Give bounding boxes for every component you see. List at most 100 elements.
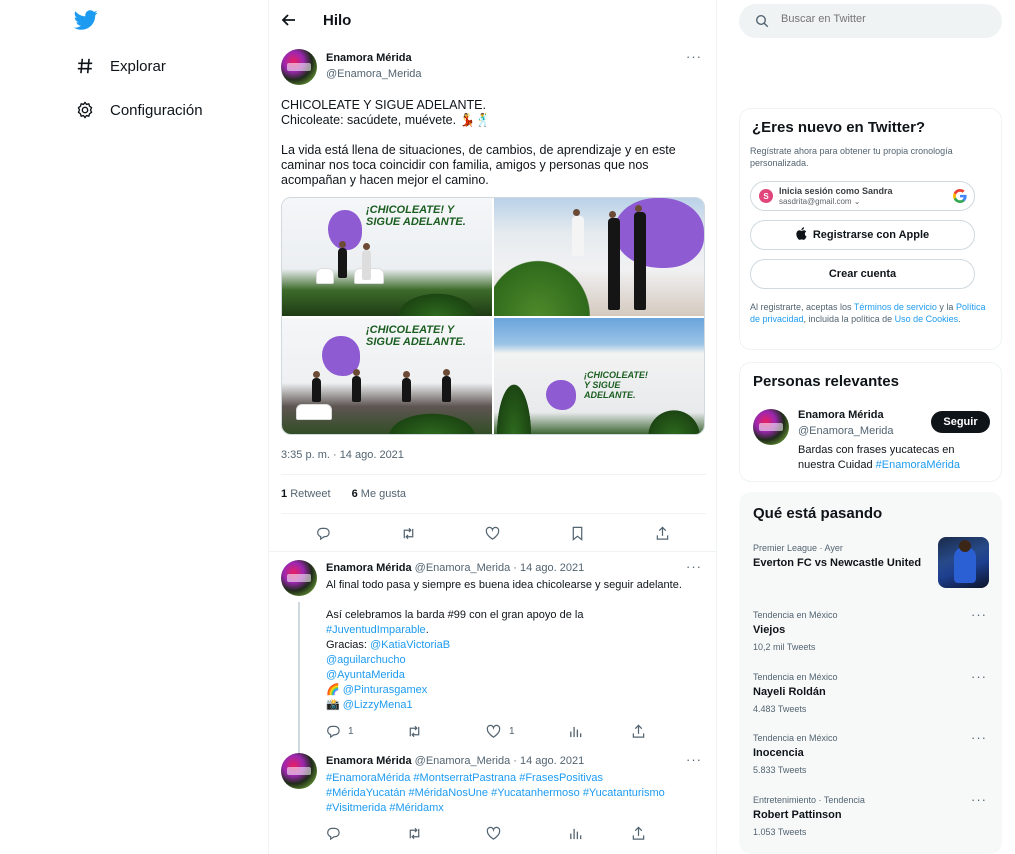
google-signin-label: Inicia sesión como Sandra: [779, 186, 893, 196]
trend-title: Everton FC vs Newcastle United: [753, 557, 922, 569]
mural-text: ¡CHICOLEATE! Y SIGUE ADELANTE.: [366, 204, 466, 228]
hashtag-links[interactable]: #MéridaYucatán #MéridaNosUne #Yucatanher…: [326, 786, 701, 801]
trend-count: 4.483 Tweets: [753, 704, 807, 714]
author-name[interactable]: Enamora Mérida: [326, 52, 412, 64]
like-count: 6: [351, 488, 358, 500]
more-options-icon[interactable]: ···: [971, 670, 987, 684]
tweet-photo[interactable]: ¡CHICOLEATE! Y SIGUE ADELANTE.: [282, 198, 492, 316]
author-handle-date[interactable]: @Enamora_Merida · 14 ago. 2021: [415, 755, 585, 767]
nav-item-explorar[interactable]: Explorar: [74, 51, 166, 81]
share-icon[interactable]: [630, 825, 646, 841]
thread-column: Hilo Enamora Mérida @Enamora_Merida ··· …: [268, 0, 717, 854]
trend-item[interactable]: Tendencia en México Viejos 10,2 mil Twee…: [740, 608, 1001, 670]
gear-icon: [74, 99, 96, 121]
twitter-logo-icon[interactable]: [73, 8, 100, 34]
more-options-icon[interactable]: ···: [971, 793, 987, 807]
mural-text: ¡CHICOLEATE! Y SIGUE ADELANTE.: [584, 370, 648, 400]
trend-title: Nayeli Roldán: [753, 686, 826, 698]
hashtag-icon: [74, 55, 96, 77]
more-options-icon[interactable]: ···: [686, 560, 702, 574]
hashtag-link[interactable]: #JuventudImparable: [326, 624, 426, 636]
retweet-icon[interactable]: [406, 723, 422, 739]
terms-link[interactable]: Términos de servicio: [854, 302, 937, 312]
tweet-photo[interactable]: ¡CHICOLEATE! Y SIGUE ADELANTE.: [282, 318, 492, 434]
share-icon[interactable]: [630, 723, 646, 739]
person: [634, 205, 646, 310]
cookies-link[interactable]: Uso de Cookies: [895, 314, 959, 324]
relevant-people-title: Personas relevantes: [753, 373, 899, 390]
more-options-icon[interactable]: ···: [686, 753, 702, 767]
bookmark-icon[interactable]: [569, 525, 585, 541]
reply-icon[interactable]: [325, 723, 341, 739]
trend-context: Tendencia en México: [753, 672, 838, 682]
back-arrow-icon[interactable]: [281, 12, 297, 28]
person: [352, 369, 361, 402]
author-handle-date[interactable]: @Enamora_Merida · 14 ago. 2021: [415, 562, 585, 574]
legal-text: , incluida la política de: [803, 314, 895, 324]
avatar[interactable]: [281, 753, 317, 789]
like-label: Me gusta: [360, 488, 407, 500]
camera-emoji: 📸: [326, 699, 343, 711]
mural-text: ¡CHICOLEATE! Y SIGUE ADELANTE.: [366, 324, 466, 348]
search-box[interactable]: [739, 4, 1002, 38]
like-icon[interactable]: [485, 825, 501, 841]
hashtag-link[interactable]: #EnamoraMérida: [876, 459, 960, 471]
hashtag-links[interactable]: #EnamoraMérida #MontserratPastrana #Fras…: [326, 771, 701, 786]
author-bio: Bardas con frases yucatecas en nuestra C…: [798, 443, 988, 473]
more-options-icon[interactable]: ···: [971, 731, 987, 745]
author-name[interactable]: Enamora Mérida: [326, 562, 412, 574]
mention-link[interactable]: @aguilarchucho: [326, 653, 701, 668]
author-handle[interactable]: @Enamora_Merida: [326, 68, 422, 80]
trend-item[interactable]: Entretenimiento · Tendencia Robert Patti…: [740, 793, 1001, 854]
trend-thumbnail: [938, 537, 989, 588]
google-signin-button[interactable]: S Inicia sesión como Sandra sasdrita@gma…: [750, 181, 975, 211]
tweet-photo[interactable]: ¡CHICOLEATE! Y SIGUE ADELANTE.: [494, 318, 704, 434]
more-options-icon[interactable]: ···: [686, 50, 702, 64]
author-name[interactable]: Enamora Mérida: [326, 755, 412, 767]
share-icon[interactable]: [654, 525, 670, 541]
mention-link[interactable]: @LizzyMena1: [343, 699, 413, 711]
person: [442, 369, 451, 402]
person: [362, 243, 371, 280]
retweet-label: Retweet: [290, 488, 331, 500]
create-account-button[interactable]: Crear cuenta: [750, 259, 975, 289]
like-icon[interactable]: [485, 723, 501, 739]
avatar[interactable]: [281, 560, 317, 596]
trend-item[interactable]: Tendencia en México Nayeli Roldán 4.483 …: [740, 670, 1001, 732]
reply-icon[interactable]: [325, 825, 341, 841]
author-name[interactable]: Enamora Mérida: [798, 409, 884, 421]
avatar[interactable]: [753, 409, 789, 445]
trend-item[interactable]: Premier League · Ayer Everton FC vs Newc…: [740, 537, 1001, 603]
nav-item-label: Explorar: [110, 57, 166, 75]
trend-context: Entretenimiento · Tendencia: [753, 795, 865, 805]
trend-item[interactable]: Tendencia en México Inocencia 5.833 Twee…: [740, 731, 1001, 793]
reply-icon[interactable]: [315, 525, 331, 541]
analytics-icon[interactable]: [567, 825, 583, 841]
retweet-icon[interactable]: [400, 525, 416, 541]
tweet-timestamp[interactable]: 3:35 p. m. · 14 ago. 2021: [281, 449, 404, 461]
tweet-photo[interactable]: [494, 198, 704, 316]
hashtag-links[interactable]: #Visitmerida #Méridamx: [326, 801, 701, 816]
like-icon[interactable]: [484, 525, 500, 541]
search-input[interactable]: [781, 13, 981, 25]
google-account-avatar: S: [759, 189, 773, 203]
avatar[interactable]: [281, 49, 317, 85]
tweet-stats: 1 Retweet 6 Me gusta: [281, 488, 406, 500]
apple-signup-button[interactable]: Registrarse con Apple: [750, 220, 975, 250]
retweet-icon[interactable]: [406, 825, 422, 841]
mention-link[interactable]: @Pinturasgamex: [343, 684, 428, 696]
nav-item-configuracion[interactable]: Configuración: [74, 95, 203, 125]
trend-title: Viejos: [753, 624, 786, 636]
mention-link[interactable]: @AyuntaMerida: [326, 668, 701, 683]
signup-title: ¿Eres nuevo en Twitter?: [752, 119, 926, 136]
like-stat[interactable]: 6 Me gusta: [352, 488, 406, 500]
more-options-icon[interactable]: ···: [971, 608, 987, 622]
author-handle[interactable]: @Enamora_Merida: [798, 425, 894, 437]
mention-link[interactable]: @KatiaVictoriaB: [370, 639, 450, 651]
white-chair: [316, 268, 334, 284]
thread-reply[interactable]: Enamora Mérida @Enamora_Merida · 14 ago.…: [269, 552, 716, 742]
analytics-icon[interactable]: [567, 723, 583, 739]
follow-button[interactable]: Seguir: [931, 411, 990, 433]
signup-subtitle: Regístrate ahora para obtener tu propia …: [750, 146, 953, 168]
retweet-stat[interactable]: 1 Retweet: [281, 488, 331, 500]
